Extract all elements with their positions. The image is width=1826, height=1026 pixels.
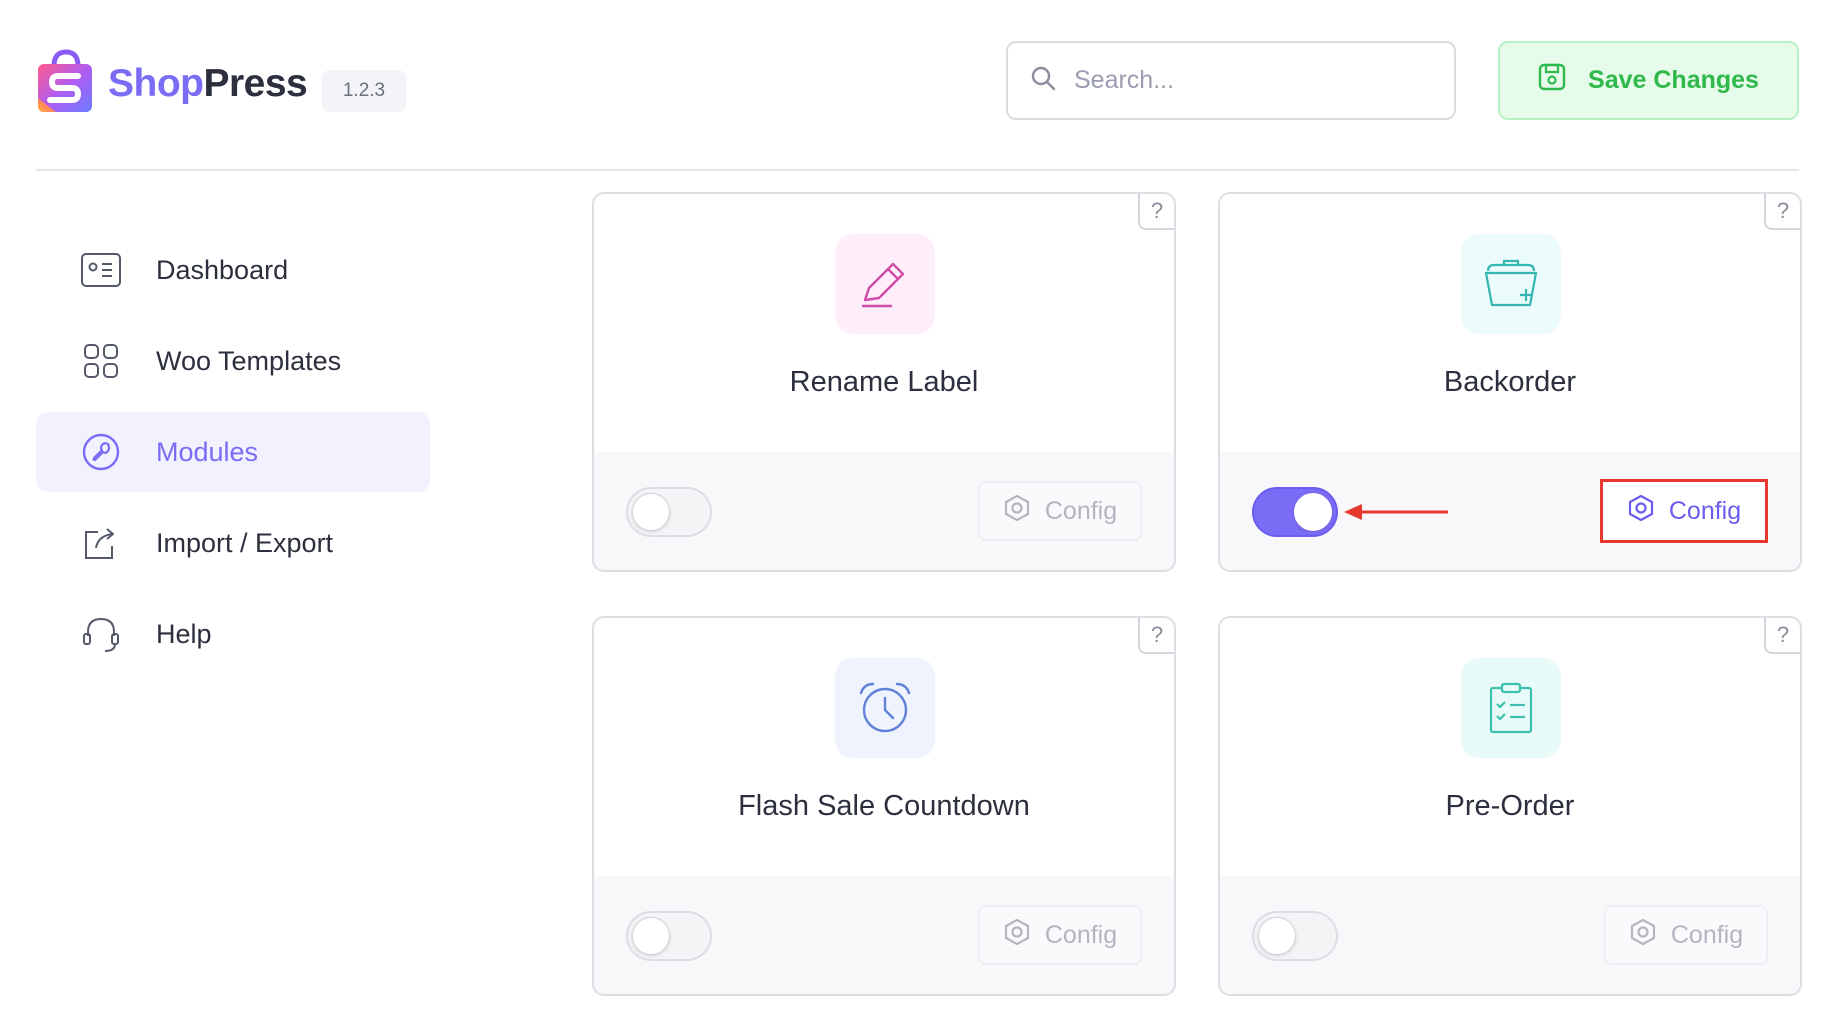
config-label: Config bbox=[1670, 920, 1744, 949]
sidebar-item-label: Modules bbox=[156, 436, 259, 467]
module-title: Pre-Order bbox=[1445, 790, 1575, 822]
toggle-knob bbox=[632, 493, 670, 531]
module-toggle[interactable] bbox=[626, 487, 712, 537]
module-footer: Config bbox=[1220, 876, 1800, 994]
save-icon bbox=[1538, 63, 1588, 98]
save-changes-button[interactable]: Save Changes bbox=[1498, 41, 1799, 120]
module-card-pre-order: ? Pre-Order Config bbox=[1218, 616, 1802, 996]
brand-press: Press bbox=[203, 62, 308, 105]
sidebar-item-label: Help bbox=[156, 618, 212, 649]
config-button[interactable]: Config bbox=[978, 905, 1142, 965]
search-icon bbox=[1030, 65, 1056, 96]
hexagon-settings-icon bbox=[1629, 918, 1671, 953]
brand-name: ShopPress bbox=[108, 62, 308, 106]
brand-shop: Shop bbox=[108, 62, 204, 105]
search-input[interactable] bbox=[1072, 65, 1432, 96]
sidebar-item-dashboard[interactable]: Dashboard bbox=[36, 230, 430, 310]
module-title: Flash Sale Countdown bbox=[738, 790, 1030, 822]
pencil-icon bbox=[835, 234, 935, 334]
sidebar-item-label: Import / Export bbox=[156, 527, 334, 558]
config-label: Config bbox=[1044, 920, 1118, 949]
sidebar-item-help[interactable]: Help bbox=[36, 594, 430, 674]
config-label: Config bbox=[1044, 496, 1118, 525]
help-button[interactable]: ? bbox=[1764, 194, 1800, 230]
red-arrow-icon bbox=[1344, 504, 1448, 520]
header: ShopPress 1.2.3 Save Changes bbox=[0, 0, 1826, 170]
sidebar-item-label: Dashboard bbox=[156, 254, 289, 285]
module-footer: Config bbox=[594, 876, 1174, 994]
shoppress-logo-icon bbox=[36, 48, 94, 114]
wrench-icon bbox=[80, 431, 122, 473]
basket-icon bbox=[1461, 234, 1561, 334]
hexagon-settings-icon bbox=[1003, 494, 1045, 529]
sidebar: Dashboard Woo Templates Modules Import /… bbox=[36, 230, 430, 685]
sidebar-item-woo-templates[interactable]: Woo Templates bbox=[36, 321, 430, 401]
config-button[interactable]: Config bbox=[1604, 905, 1768, 965]
help-button[interactable]: ? bbox=[1138, 618, 1174, 654]
dashboard-icon bbox=[80, 249, 122, 291]
module-footer: Config bbox=[1220, 452, 1800, 570]
help-button[interactable]: ? bbox=[1764, 618, 1800, 654]
config-label: Config bbox=[1668, 496, 1742, 525]
module-card-rename-label: ? Rename Label Config bbox=[592, 192, 1176, 572]
help-button[interactable]: ? bbox=[1138, 194, 1174, 230]
version-badge: 1.2.3 bbox=[322, 70, 406, 112]
module-card-flash-sale-countdown: ? Flash Sale Countdown Config bbox=[592, 616, 1176, 996]
clipboard-icon bbox=[1461, 658, 1561, 758]
headset-icon bbox=[80, 613, 122, 655]
config-button[interactable]: Config bbox=[1600, 479, 1768, 543]
module-title: Rename Label bbox=[789, 366, 979, 398]
module-toggle[interactable] bbox=[1252, 911, 1338, 961]
sidebar-item-import-export[interactable]: Import / Export bbox=[36, 503, 430, 583]
module-footer: Config bbox=[594, 452, 1174, 570]
module-toggle[interactable] bbox=[626, 911, 712, 961]
hexagon-settings-icon bbox=[1627, 494, 1669, 529]
module-card-backorder: ? Backorder Config bbox=[1218, 192, 1802, 572]
module-toggle[interactable] bbox=[1252, 487, 1338, 537]
share-icon bbox=[80, 522, 122, 564]
sidebar-item-modules[interactable]: Modules bbox=[36, 412, 430, 492]
header-divider bbox=[36, 169, 1799, 171]
config-button[interactable]: Config bbox=[978, 481, 1142, 541]
save-changes-label: Save Changes bbox=[1588, 66, 1759, 94]
toggle-knob bbox=[632, 917, 670, 955]
hexagon-settings-icon bbox=[1003, 918, 1045, 953]
sidebar-item-label: Woo Templates bbox=[156, 345, 342, 376]
grid-icon bbox=[80, 340, 122, 382]
search-box[interactable] bbox=[1006, 41, 1456, 120]
alarm-clock-icon bbox=[835, 658, 935, 758]
toggle-knob bbox=[1258, 917, 1296, 955]
toggle-knob bbox=[1294, 493, 1332, 531]
module-title: Backorder bbox=[1443, 366, 1577, 398]
